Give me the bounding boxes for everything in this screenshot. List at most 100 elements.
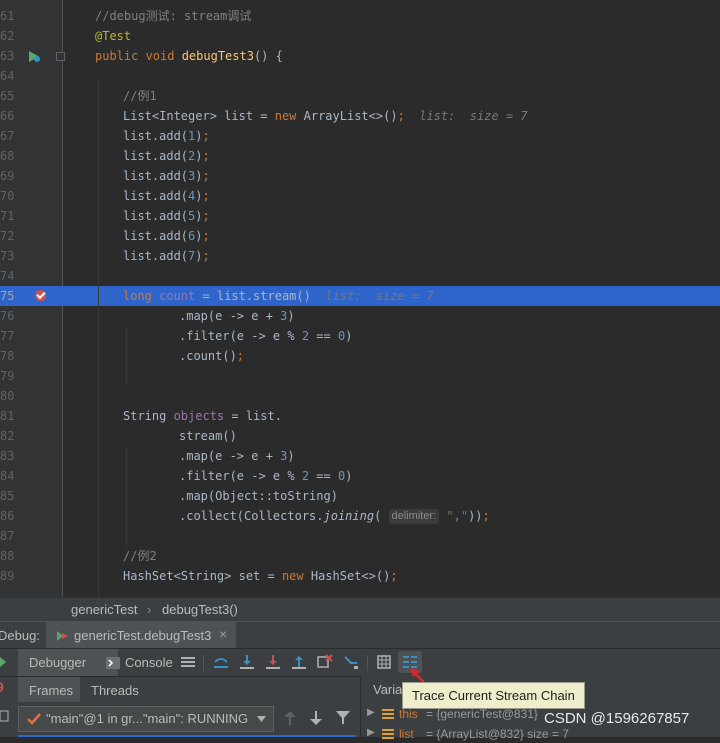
code-text[interactable]: .filter(e -> e % 2 == 0) bbox=[179, 326, 352, 346]
code-text[interactable]: list.add(6); bbox=[123, 226, 210, 246]
code-line[interactable]: 71 list.add(5); bbox=[0, 206, 720, 226]
close-icon[interactable]: × bbox=[219, 626, 227, 642]
code-line[interactable]: 87 bbox=[0, 526, 720, 546]
code-line[interactable]: 86 .collect(Collectors.joining( delimiter… bbox=[0, 506, 720, 526]
code-line[interactable]: 72 list.add(6); bbox=[0, 226, 720, 246]
expand-arrow-icon[interactable]: ▶ bbox=[367, 707, 375, 718]
code-text[interactable]: .filter(e -> e % 2 == 0) bbox=[179, 466, 352, 486]
code-text[interactable]: list.add(2); bbox=[123, 146, 210, 166]
code-text[interactable]: List<Integer> list = new ArrayList<>(); … bbox=[123, 106, 528, 126]
code-text[interactable]: //例2 bbox=[123, 546, 157, 566]
line-number[interactable]: 64 bbox=[0, 66, 14, 86]
line-number[interactable]: 71 bbox=[0, 206, 14, 226]
line-number[interactable]: 85 bbox=[0, 486, 14, 506]
variable-row[interactable]: ▶ list = {ArrayList@832} size = 7 bbox=[361, 726, 720, 743]
code-line[interactable]: 80 bbox=[0, 386, 720, 406]
code-line[interactable]: 88 //例2 bbox=[0, 546, 720, 566]
code-text[interactable]: list.add(1); bbox=[123, 126, 210, 146]
line-number[interactable]: 62 bbox=[0, 26, 14, 46]
line-number[interactable]: 68 bbox=[0, 146, 14, 166]
console-tab[interactable]: Console bbox=[125, 655, 173, 670]
code-text[interactable]: list.add(4); bbox=[123, 186, 210, 206]
line-number[interactable]: 79 bbox=[0, 366, 14, 386]
code-line[interactable]: 77 .filter(e -> e % 2 == 0) bbox=[0, 326, 720, 346]
line-number[interactable]: 82 bbox=[0, 426, 14, 446]
debugger-tab[interactable]: Debugger bbox=[18, 649, 118, 677]
code-line[interactable]: 84 .filter(e -> e % 2 == 0) bbox=[0, 466, 720, 486]
run-test-icon[interactable] bbox=[28, 50, 41, 63]
line-number[interactable]: 88 bbox=[0, 546, 14, 566]
line-number[interactable]: 80 bbox=[0, 386, 14, 406]
code-line[interactable]: 81 String objects = list. bbox=[0, 406, 720, 426]
code-text[interactable]: .map(Object::toString) bbox=[179, 486, 338, 506]
code-line[interactable]: 62 @Test bbox=[0, 26, 720, 46]
line-number[interactable]: 67 bbox=[0, 126, 14, 146]
code-line[interactable]: 89 HashSet<String> set = new HashSet<>(); bbox=[0, 566, 720, 586]
line-number[interactable]: 77 bbox=[0, 326, 14, 346]
line-number[interactable]: 86 bbox=[0, 506, 14, 526]
code-text[interactable]: .count(); bbox=[179, 346, 244, 366]
code-text[interactable]: list.add(7); bbox=[123, 246, 210, 266]
line-number[interactable]: 75 bbox=[0, 286, 14, 306]
code-text[interactable]: HashSet<String> set = new HashSet<>(); bbox=[123, 566, 398, 586]
step-into-icon[interactable] bbox=[265, 654, 281, 670]
code-text[interactable]: stream() bbox=[179, 426, 237, 446]
line-number[interactable]: 65 bbox=[0, 86, 14, 106]
code-editor[interactable]: 61 //debug测试: stream调试 62 @Test 63 public voi… bbox=[0, 0, 720, 597]
line-number[interactable]: 66 bbox=[0, 106, 14, 126]
step-over-icon[interactable] bbox=[239, 654, 255, 670]
code-line[interactable]: 61 //debug测试: stream调试 bbox=[0, 6, 720, 26]
code-line[interactable]: 65 //例1 bbox=[0, 86, 720, 106]
line-number[interactable]: 70 bbox=[0, 186, 14, 206]
line-number[interactable]: 74 bbox=[0, 266, 14, 286]
breadcrumb-method[interactable]: debugTest3() bbox=[162, 602, 238, 617]
line-number[interactable]: 83 bbox=[0, 446, 14, 466]
run-to-cursor-icon[interactable] bbox=[343, 654, 359, 670]
code-line[interactable]: 67 list.add(1); bbox=[0, 126, 720, 146]
line-number[interactable]: 61 bbox=[0, 6, 14, 26]
code-line[interactable]: 82 stream() bbox=[0, 426, 720, 446]
code-text[interactable]: .collect(Collectors.joining( delimiter: … bbox=[179, 506, 490, 526]
line-number[interactable]: 72 bbox=[0, 226, 14, 246]
filter-icon[interactable] bbox=[336, 711, 350, 725]
line-number[interactable]: 73 bbox=[0, 246, 14, 266]
breakpoint-icon[interactable] bbox=[35, 289, 46, 301]
thread-select[interactable]: "main"@1 in gr..."main": RUNNING bbox=[18, 706, 274, 732]
tab-threads[interactable]: Threads bbox=[91, 683, 139, 698]
line-number[interactable]: 69 bbox=[0, 166, 14, 186]
code-text[interactable]: long count = list.stream() list: size = … bbox=[123, 286, 434, 306]
code-line[interactable]: 64 bbox=[0, 66, 720, 86]
code-line[interactable]: 68 list.add(2); bbox=[0, 146, 720, 166]
code-text[interactable]: public void debugTest3() { bbox=[95, 46, 283, 66]
code-line[interactable]: 69 list.add(3); bbox=[0, 166, 720, 186]
line-number[interactable]: 89 bbox=[0, 566, 14, 586]
code-line[interactable]: 73 list.add(7); bbox=[0, 246, 720, 266]
arrow-up-icon[interactable] bbox=[284, 711, 296, 725]
debug-session-tab[interactable]: genericTest.debugTest3 × bbox=[46, 622, 236, 649]
step-out-icon[interactable] bbox=[291, 654, 307, 670]
rerun-icon[interactable] bbox=[0, 654, 10, 670]
line-number[interactable]: 84 bbox=[0, 466, 14, 486]
layout-menu-icon[interactable] bbox=[181, 656, 195, 669]
code-line[interactable]: 66 List<Integer> list = new ArrayList<>()… bbox=[0, 106, 720, 126]
code-text[interactable]: list.add(5); bbox=[123, 206, 210, 226]
code-text[interactable]: list.add(3); bbox=[123, 166, 210, 186]
code-text[interactable]: .map(e -> e + 3) bbox=[179, 306, 295, 326]
code-line[interactable]: 85 .map(Object::toString) bbox=[0, 486, 720, 506]
code-text[interactable]: //例1 bbox=[123, 86, 157, 106]
line-number[interactable]: 63 bbox=[0, 46, 14, 66]
code-line[interactable]: 83 .map(e -> e + 3) bbox=[0, 446, 720, 466]
code-text[interactable]: @Test bbox=[95, 26, 131, 46]
code-line[interactable]: 79 bbox=[0, 366, 720, 386]
line-number[interactable]: 81 bbox=[0, 406, 14, 426]
drop-frame-icon[interactable] bbox=[317, 654, 333, 670]
tab-frames[interactable]: Frames bbox=[18, 677, 80, 703]
code-text[interactable]: //debug测试: stream调试 bbox=[95, 6, 251, 26]
code-line[interactable]: 74 bbox=[0, 266, 720, 286]
fold-icon[interactable] bbox=[56, 52, 65, 61]
code-line[interactable]: 63 public void debugTest3() { bbox=[0, 46, 720, 66]
code-text[interactable]: .map(e -> e + 3) bbox=[179, 446, 295, 466]
show-execution-point-icon[interactable] bbox=[213, 654, 229, 670]
line-number[interactable]: 76 bbox=[0, 306, 14, 326]
line-number[interactable]: 78 bbox=[0, 346, 14, 366]
